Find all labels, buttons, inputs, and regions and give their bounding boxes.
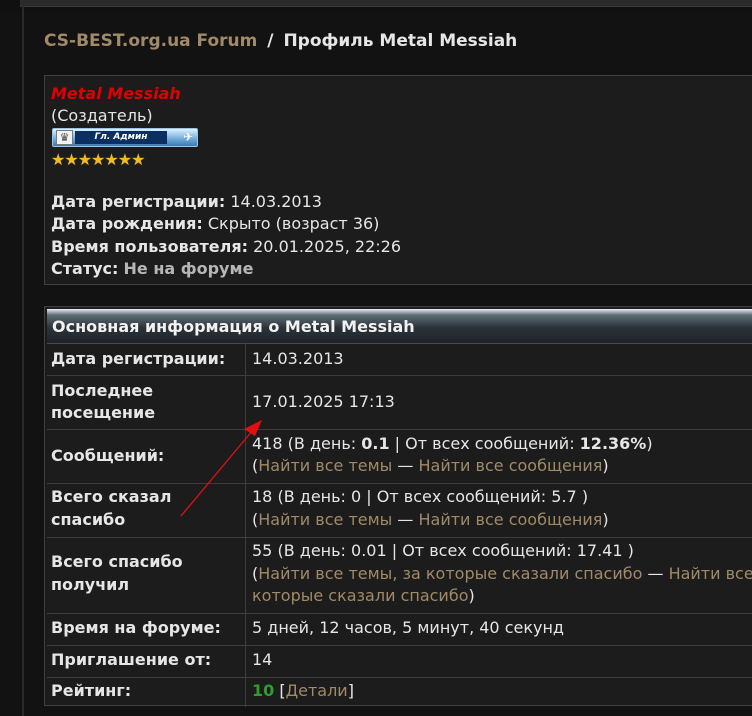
thanks-given-find-topics-link[interactable]: Найти все темы	[258, 510, 392, 529]
row-thanks-given-label-1: Всего сказал	[51, 487, 172, 506]
rank-badge: ♛ Гл. Админ ✈	[52, 128, 198, 147]
breadcrumb: CS-BEST.org.ua Forum / Профиль Metal Mes…	[44, 31, 517, 55]
paren-close: )	[602, 456, 609, 475]
profile-status: Статус: Не на форуме	[51, 259, 253, 278]
breadcrumb-forum-link[interactable]: CS-BEST.org.ua Forum	[44, 31, 257, 51]
posts-of-total-prefix: | От всех сообщений:	[394, 434, 575, 453]
profile-birth-date-value: Скрыто (возраст 36)	[207, 214, 380, 233]
table-row-posts: Сообщений: 418 (В день: 0.1 | От всех со…	[47, 429, 752, 484]
profile-user-time-value: 20.01.2025, 22:26	[253, 237, 402, 256]
profile-status-label: Статус:	[51, 259, 119, 278]
thanks-given-line1: 18 (В день: 0 | От всех сообщений: 5.7 )	[252, 487, 589, 506]
row-posts-label: Сообщений:	[51, 446, 165, 465]
posts-of-total: 12.36%	[579, 434, 647, 453]
profile-birth-date: Дата рождения: Скрыто (возраст 36)	[51, 214, 379, 233]
profile-summary: Metal Messiah (Создатель) ♛ Гл. Админ ✈ …	[44, 75, 752, 285]
profile-user-time: Время пользователя: 20.01.2025, 22:26	[51, 237, 401, 256]
row-thanks-given-value: 18 (В день: 0 | От всех сообщений: 5.7 )…	[252, 483, 752, 537]
find-all-topics-link[interactable]: Найти все темы	[258, 456, 392, 475]
thanks-received-line3: которые сказали спасибо)	[252, 585, 752, 607]
row-posts-value: 418 (В день: 0.1 | От всех сообщений: 12…	[252, 429, 752, 483]
breadcrumb-current: Профиль Metal Messiah	[283, 31, 518, 51]
row-posts-line2: (Найти все темы — Найти все сообщения)	[252, 455, 752, 477]
dash: —	[397, 456, 414, 475]
row-last-visit-label-2: посещение	[51, 403, 156, 422]
profile-status-value: Не на форуме	[123, 259, 254, 278]
row-last-visit-label-1: Последнее	[51, 381, 154, 400]
star-icon: ★	[77, 150, 93, 169]
table-row-reg: Дата регистрации: 14.03.2013	[47, 343, 752, 376]
rank-crown-icon: ♛	[56, 130, 73, 145]
table-row-invited-by: Приглашение от: 14	[47, 645, 752, 678]
row-invited-by-value: 14	[252, 650, 273, 669]
paren-close: )	[602, 510, 609, 529]
top-panel-edge	[20, 0, 752, 7]
table-row-thanks-received: Всего спасибо получил 55 (В день: 0.01 |…	[47, 537, 752, 614]
row-last-visit-value: 17.01.2025 17:13	[252, 392, 395, 411]
thanks-received-line2: (Найти все темы, за которые сказали спас…	[252, 563, 752, 585]
paren-close: )	[468, 586, 475, 605]
rating-value: 10	[252, 681, 275, 700]
profile-reg-date: Дата регистрации: 14.03.2013	[51, 192, 322, 211]
breadcrumb-separator: /	[267, 31, 274, 51]
star-icon: ★	[131, 150, 146, 169]
star-icon: ★	[117, 150, 133, 169]
row-thanks-received-value: 55 (В день: 0.01 | От всех сообщений: 17…	[252, 537, 752, 613]
row-rating-value: 10 [Детали]	[252, 677, 752, 707]
dash: —	[647, 564, 664, 583]
profile-birth-date-label: Дата рождения:	[51, 214, 203, 233]
info-table-header: Основная информация о Metal Messiah	[47, 309, 752, 344]
posts-count: 418	[252, 434, 283, 453]
thanks-received-find-topics-link[interactable]: Найти все темы, за которые сказали спаси…	[258, 564, 642, 583]
table-row-last-visit: Последнее посещение 17.01.2025 17:13	[47, 375, 752, 430]
row-forum-time-value: 5 дней, 12 часов, 5 минут, 40 секунд	[252, 618, 564, 637]
profile-username[interactable]: Metal Messiah	[51, 84, 181, 103]
dash: —	[397, 510, 414, 529]
table-row-rating: Рейтинг: 10 [Детали]	[47, 677, 752, 707]
rank-gun-icon: ✈	[182, 130, 193, 144]
row-last-visit-label-cell: Последнее посещение	[47, 375, 246, 429]
row-thanks-received-label-cell: Всего спасибо получил	[47, 537, 246, 613]
row-thanks-received-label-1: Всего спасибо	[51, 552, 183, 571]
posts-per-day-prefix: (В день:	[287, 434, 357, 453]
find-all-posts-link[interactable]: Найти все сообщения	[419, 456, 603, 475]
row-thanks-given-label-cell: Всего сказал спасибо	[47, 483, 246, 537]
rank-stars: ★★★★★★★	[51, 150, 146, 169]
bracket-close: ]	[347, 681, 354, 700]
row-posts-line1: 418 (В день: 0.1 | От всех сообщений: 12…	[252, 433, 752, 455]
info-table: Основная информация о Metal Messiah Дата…	[44, 306, 752, 707]
star-icon: ★	[64, 150, 79, 169]
row-thanks-received-label-2: получил	[51, 575, 130, 594]
row-reg-label-cell: Дата регистрации:	[47, 343, 246, 375]
profile-reg-date-value: 14.03.2013	[230, 192, 322, 211]
row-rating-label: Рейтинг:	[51, 681, 132, 700]
thanks-given-line2: (Найти все темы — Найти все сообщения)	[252, 509, 752, 531]
star-icon: ★	[104, 150, 119, 169]
row-invited-by-label: Приглашение от:	[51, 650, 212, 669]
profile-user-time-label: Время пользователя:	[51, 237, 249, 256]
thanks-given-find-posts-link[interactable]: Найти все сообщения	[419, 510, 603, 529]
rating-details-link[interactable]: Детали	[286, 681, 348, 700]
thanks-received-line1: 55 (В день: 0.01 | От всех сообщений: 17…	[252, 541, 634, 560]
row-reg-label: Дата регистрации:	[51, 349, 226, 368]
posts-per-day: 0.1	[361, 434, 390, 453]
info-table-title: Основная информация о Metal Messiah	[52, 317, 415, 336]
profile-reg-date-label: Дата регистрации:	[51, 192, 226, 211]
row-posts-label-cell: Сообщений:	[47, 429, 246, 483]
table-row-thanks-given: Всего сказал спасибо 18 (В день: 0 | От …	[47, 483, 752, 538]
row-invited-by-label-cell: Приглашение от:	[47, 645, 246, 677]
row-forum-time-label: Время на форуме:	[51, 618, 221, 637]
thanks-received-find-posts-link-part2[interactable]: которые сказали спасибо	[252, 586, 468, 605]
posts-close: )	[646, 434, 653, 453]
row-thanks-given-label-2: спасибо	[51, 510, 126, 529]
rank-label: Гл. Админ	[75, 131, 167, 144]
row-reg-value: 14.03.2013	[252, 349, 344, 368]
table-row-forum-time: Время на форуме: 5 дней, 12 часов, 5 мин…	[47, 613, 752, 646]
thanks-received-find-posts-link-part1[interactable]: Найти все	[669, 564, 752, 583]
profile-user-title: (Создатель)	[51, 106, 153, 125]
row-forum-time-label-cell: Время на форуме:	[47, 613, 246, 645]
row-rating-label-cell: Рейтинг:	[47, 677, 246, 707]
page-left-border	[22, 0, 24, 716]
